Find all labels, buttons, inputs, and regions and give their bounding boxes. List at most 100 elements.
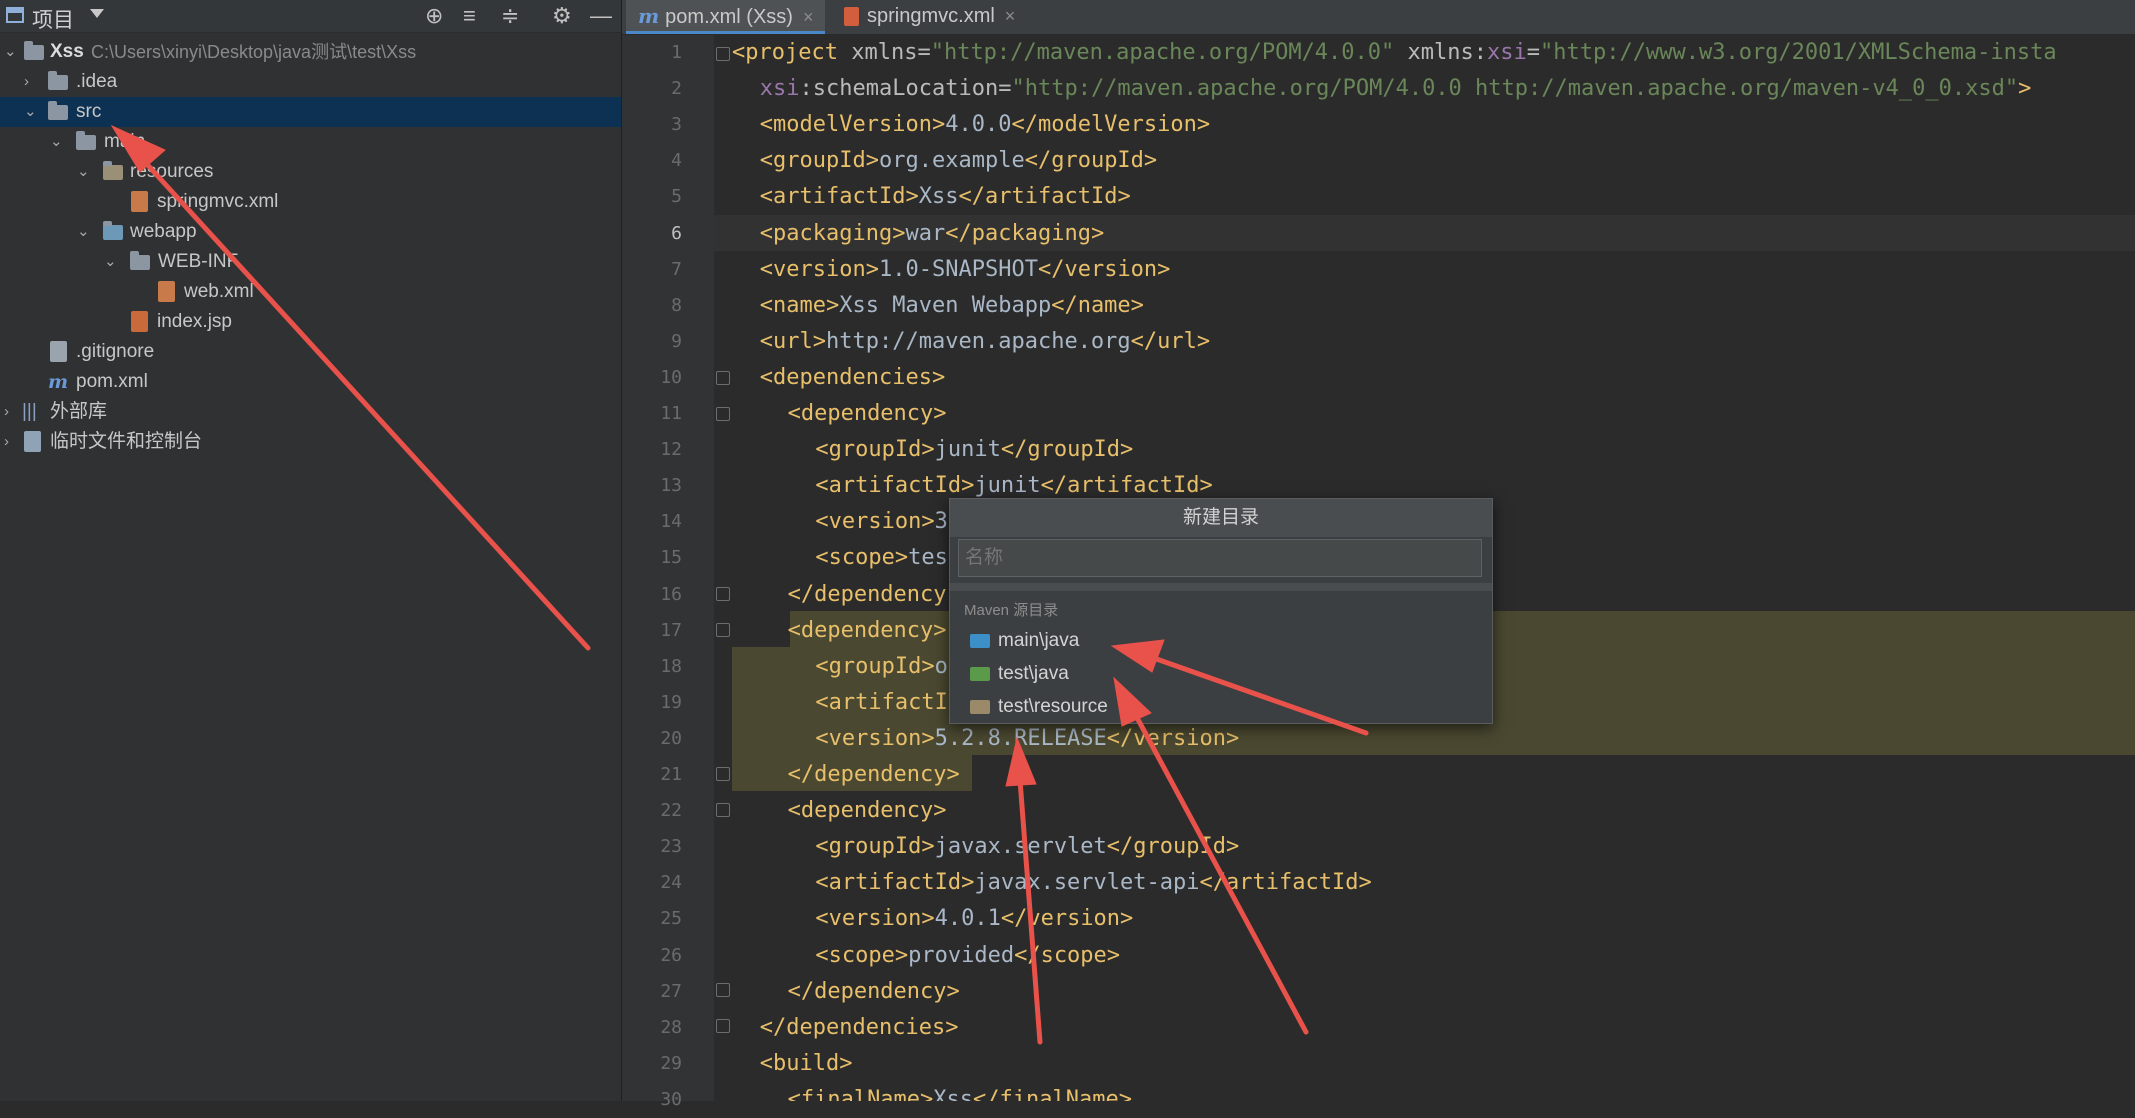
popup-separator xyxy=(950,583,1492,591)
code-line[interactable]: <url>http://maven.apache.org</url> xyxy=(760,324,1210,360)
code-token: javax.servlet xyxy=(934,834,1107,860)
tree-item-webapp[interactable]: ⌄ webapp xyxy=(0,217,621,247)
minimize-icon[interactable]: — xyxy=(590,3,612,29)
fold-marker-icon[interactable] xyxy=(716,47,730,61)
code-line[interactable]: <build> xyxy=(760,1046,853,1082)
tree-item-main[interactable]: ⌄ main xyxy=(0,127,621,157)
tree-item-web-xml[interactable]: web.xml xyxy=(0,277,621,307)
popup-item-test-resource[interactable]: test\resource xyxy=(970,692,1108,722)
maven-icon: m xyxy=(48,371,69,393)
code-line[interactable]: <version>1.0-SNAPSHOT</version> xyxy=(760,252,1171,288)
code-line[interactable]: </dependency> xyxy=(788,757,960,793)
fold-marker-icon[interactable] xyxy=(716,623,730,637)
tree-item-idea[interactable]: › .idea xyxy=(0,67,621,97)
locate-icon[interactable]: ⊕ xyxy=(425,3,443,29)
code-line[interactable]: <packaging>war</packaging> xyxy=(760,216,1104,252)
close-icon[interactable]: × xyxy=(803,7,814,27)
chevron-down-icon[interactable]: ⌄ xyxy=(77,217,90,247)
chevron-down-icon[interactable] xyxy=(90,9,104,18)
chevron-right-icon[interactable]: › xyxy=(4,397,9,427)
tree-item-springmvc-xml[interactable]: springmvc.xml xyxy=(0,187,621,217)
code-token: </dependency> xyxy=(787,978,960,1004)
chevron-down-icon[interactable]: ⌄ xyxy=(4,37,17,67)
line-number: 15 xyxy=(660,547,682,569)
chevron-down-icon[interactable]: ⌄ xyxy=(77,157,90,187)
line-number: 28 xyxy=(660,1016,682,1038)
fold-marker-icon[interactable] xyxy=(716,1019,730,1033)
resources-folder-icon xyxy=(103,161,123,180)
expand-all-icon[interactable]: ≡ xyxy=(463,3,476,29)
code-line[interactable]: <version>5.2.8.RELEASE</version> xyxy=(815,721,1239,757)
code-line[interactable]: <artifactI xyxy=(815,685,947,721)
fold-marker-icon[interactable] xyxy=(716,371,730,385)
chevron-down-icon[interactable]: ⌄ xyxy=(50,127,63,157)
code-line[interactable]: </dependencies> xyxy=(760,1010,959,1046)
folder-icon xyxy=(48,71,68,90)
code-line[interactable]: xsi:schemaLocation="http://maven.apache.… xyxy=(760,71,2032,107)
chevron-down-icon[interactable]: ⌄ xyxy=(104,247,117,277)
directory-name-input[interactable] xyxy=(958,539,1482,577)
tab-springmvc-xml[interactable]: springmvc.xml × xyxy=(832,0,1027,34)
fold-marker-icon[interactable] xyxy=(716,767,730,781)
code-token: javax.servlet-api xyxy=(974,870,1200,896)
tree-item-index-jsp[interactable]: index.jsp xyxy=(0,307,621,337)
code-line[interactable]: <groupId>org.example</groupId> xyxy=(760,143,1157,179)
code-line[interactable]: <modelVersion>4.0.0</modelVersion> xyxy=(760,107,1210,143)
code-line[interactable]: <version>3 xyxy=(815,504,947,540)
collapse-all-icon[interactable]: ≑ xyxy=(501,3,519,29)
code-token: = xyxy=(1526,40,1541,65)
tab-pom-xml[interactable]: m pom.xml (Xss) × xyxy=(626,0,826,34)
popup-item-main-java[interactable]: main\java xyxy=(970,626,1079,656)
code-token: <groupId> xyxy=(815,653,935,679)
project-panel-header: 项目 ⊕ ≡ ≑ ⚙ — xyxy=(0,0,621,33)
code-line[interactable]: <artifactId>Xss</artifactId> xyxy=(760,179,1131,215)
tree-item-root[interactable]: ⌄ Xss C:\Users\xinyi\Desktop\java测试\test… xyxy=(0,37,621,67)
project-panel-icon xyxy=(6,7,24,23)
chevron-right-icon[interactable]: › xyxy=(4,427,9,457)
chevron-down-icon[interactable]: ⌄ xyxy=(24,97,37,127)
code-line[interactable]: </dependency> xyxy=(788,974,960,1010)
code-line[interactable]: <finalName>Xss</finalName> xyxy=(788,1082,1132,1101)
fold-marker-icon[interactable] xyxy=(716,587,730,601)
code-token: </groupId> xyxy=(1000,437,1134,463)
code-line[interactable]: <scope>tes xyxy=(815,540,947,576)
code-line[interactable]: <name>Xss Maven Webapp</name> xyxy=(760,288,1144,324)
tree-item-scratches[interactable]: › 临时文件和控制台 xyxy=(0,427,621,457)
code-token: </scope> xyxy=(1014,942,1121,968)
code-line[interactable]: <version>4.0.1</version> xyxy=(815,901,1133,937)
project-panel-title[interactable]: 项目 xyxy=(32,4,74,34)
fold-marker-icon[interactable] xyxy=(716,803,730,817)
code-line[interactable]: </dependency xyxy=(788,577,947,613)
tree-item-pom-xml[interactable]: m pom.xml xyxy=(0,367,621,397)
code-line[interactable]: <groupId>javax.servlet</groupId> xyxy=(815,829,1239,865)
tree-item-resources[interactable]: ⌄ resources xyxy=(0,157,621,187)
line-number: 16 xyxy=(660,583,682,605)
code-token: <scope> xyxy=(815,942,909,968)
tree-item-web-inf[interactable]: ⌄ WEB-INF xyxy=(0,247,621,277)
fold-marker-icon[interactable] xyxy=(716,407,730,421)
tree-item-external-libraries[interactable]: › ||| 外部库 xyxy=(0,397,621,427)
tree-item-label: 外部库 xyxy=(50,401,108,422)
gear-icon[interactable]: ⚙ xyxy=(552,3,572,29)
close-icon[interactable]: × xyxy=(1005,6,1016,26)
popup-item-test-java[interactable]: test\java xyxy=(970,659,1069,689)
code-token: </modelVersion> xyxy=(1011,112,1211,138)
code-line[interactable]: <project xmlns="http://maven.apache.org/… xyxy=(732,35,2057,71)
fold-marker-icon[interactable] xyxy=(716,983,730,997)
code-line[interactable]: <dependency> xyxy=(788,793,947,829)
test-folder-icon xyxy=(970,666,990,681)
code-line[interactable]: <scope>provided</scope> xyxy=(815,938,1120,974)
code-line[interactable]: <dependency> xyxy=(788,396,947,432)
chevron-right-icon[interactable]: › xyxy=(24,67,29,97)
tree-item-src[interactable]: ⌄ src xyxy=(0,97,621,127)
code-token: tes xyxy=(908,545,948,571)
code-token: <build> xyxy=(759,1050,853,1076)
tree-item-gitignore[interactable]: .gitignore xyxy=(0,337,621,367)
code-line[interactable]: <groupId>junit</groupId> xyxy=(815,432,1133,468)
code-line[interactable]: <dependencies> xyxy=(760,360,945,396)
code-token: <dependencies> xyxy=(759,364,946,390)
code-line[interactable]: <groupId>o xyxy=(815,649,947,685)
code-token: </url> xyxy=(1130,328,1211,354)
code-line[interactable]: <artifactId>javax.servlet-api</artifactI… xyxy=(815,865,1371,901)
code-line[interactable]: <dependency> xyxy=(788,613,947,649)
